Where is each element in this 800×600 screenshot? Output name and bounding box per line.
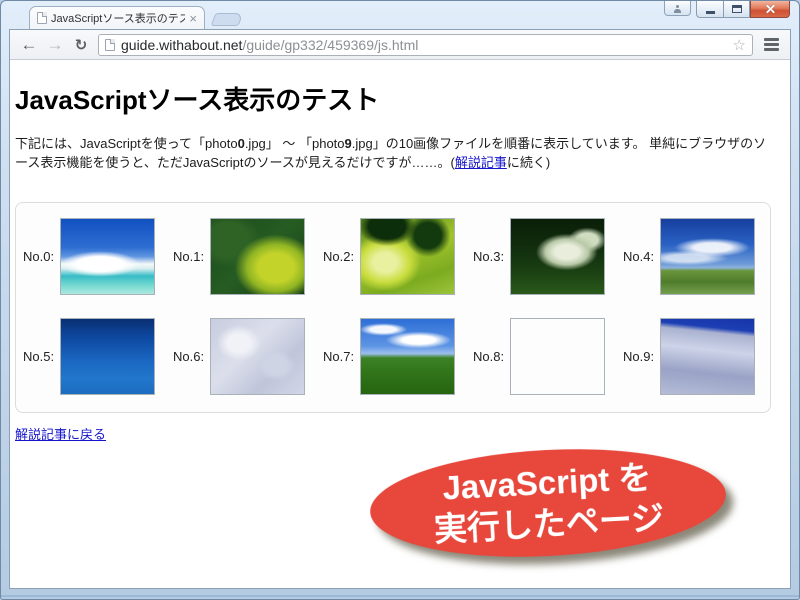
back-to-article-link[interactable]: 解説記事に戻る: [15, 424, 106, 443]
javascript-executed-badge: JavaScript を 実行したページ: [367, 441, 728, 565]
photo-thumbnail: [60, 218, 155, 295]
photo-item: No.1:: [168, 218, 318, 295]
address-bar[interactable]: guide.withabout.net/guide/gp332/459369/j…: [98, 34, 753, 56]
photo-label: No.5:: [18, 349, 60, 364]
photo-label: No.4:: [618, 249, 660, 264]
photo-thumbnail: [360, 218, 455, 295]
profile-button[interactable]: [664, 1, 691, 16]
menu-button[interactable]: [758, 33, 784, 57]
photo-item: No.2:: [318, 218, 468, 295]
photo-label: No.6:: [168, 349, 210, 364]
photo-thumbnail: [660, 218, 755, 295]
close-button[interactable]: [750, 1, 790, 18]
close-icon: [765, 4, 776, 15]
photo-label: No.0:: [18, 249, 60, 264]
photo-thumbnail: [360, 318, 455, 395]
window-controls: [664, 1, 790, 18]
page-title: JavaScriptソース表示のテスト: [15, 80, 771, 117]
photo-thumbnail: [510, 218, 605, 295]
photo-label: No.3:: [468, 249, 510, 264]
bookmark-star-icon[interactable]: ☆: [733, 36, 746, 54]
photo-thumbnail: [210, 318, 305, 395]
photo-thumbnail: [210, 218, 305, 295]
url-host: guide.withabout.net: [121, 37, 242, 53]
maximize-button[interactable]: [723, 1, 750, 18]
back-button[interactable]: ←: [16, 33, 42, 57]
browser-window: JavaScriptソース表示のテスト × ← → ↻: [0, 0, 800, 600]
photo-row: No.0: No.1: No.2: No.3:: [18, 211, 768, 301]
photo-item: No.7:: [318, 318, 468, 395]
photo-thumbnail: [510, 318, 605, 395]
photo-label: No.9:: [618, 349, 660, 364]
photo-item: No.3:: [468, 218, 618, 295]
page-icon: [37, 12, 47, 24]
maximize-icon: [732, 5, 742, 13]
photo-label: No.1:: [168, 249, 210, 264]
intro-text: 下記には、JavaScriptを使って「photo0.jpg」 ～ 「photo…: [15, 134, 771, 172]
menu-icon: [764, 38, 779, 41]
minimize-button[interactable]: [696, 1, 723, 18]
url-text[interactable]: guide.withabout.net/guide/gp332/459369/j…: [121, 37, 727, 53]
url-path: /guide/gp332/459369/js.html: [242, 37, 418, 53]
titlebar: JavaScriptソース表示のテスト ×: [1, 1, 799, 29]
tab-close-icon[interactable]: ×: [189, 12, 197, 25]
photo-item: No.6:: [168, 318, 318, 395]
browser-toolbar: ← → ↻ guide.withabout.net/guide/gp332/45…: [10, 30, 790, 60]
photo-thumbnail: [60, 318, 155, 395]
photo-label: No.2:: [318, 249, 360, 264]
kaisetsu-article-link[interactable]: 解説記事: [455, 155, 507, 170]
browser-tab[interactable]: JavaScriptソース表示のテスト ×: [29, 6, 205, 29]
photo-thumbnail: [660, 318, 755, 395]
tab-title: JavaScriptソース表示のテスト: [51, 10, 185, 26]
page-icon: [105, 39, 115, 51]
photo-item: No.4:: [618, 218, 768, 295]
photo-label: No.8:: [468, 349, 510, 364]
photo-item: No.9:: [618, 318, 768, 395]
photo-label: No.7:: [318, 349, 360, 364]
photo-item: No.5:: [18, 318, 168, 395]
new-tab-button[interactable]: [211, 13, 244, 26]
browser-inner: ← → ↻ guide.withabout.net/guide/gp332/45…: [9, 29, 791, 589]
photo-item: No.8:: [468, 318, 618, 395]
minimize-icon: [706, 11, 715, 14]
forward-button[interactable]: →: [42, 33, 68, 57]
reload-button[interactable]: ↻: [68, 33, 94, 57]
photo-row: No.5: No.6: No.7: No.8:: [18, 311, 768, 401]
page-content: JavaScriptソース表示のテスト 下記には、JavaScriptを使って「…: [10, 60, 790, 588]
photo-item: No.0:: [18, 218, 168, 295]
photo-grid: No.0: No.1: No.2: No.3:: [15, 202, 771, 413]
person-icon: [674, 5, 681, 12]
